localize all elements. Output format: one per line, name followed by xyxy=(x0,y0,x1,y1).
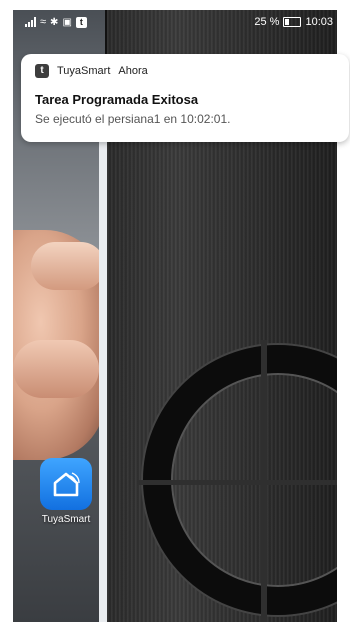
notification-header: t TuyaSmart Ahora xyxy=(35,64,148,78)
wallpaper-ring-gap xyxy=(138,480,337,485)
notification-body: Se ejecutó el persiana1 en 10:02:01. xyxy=(35,112,231,126)
status-bar-right: 25 % 10:03 xyxy=(254,16,333,28)
battery-percent: 25 % xyxy=(254,16,280,28)
notification-card[interactable]: t TuyaSmart Ahora Tarea Programada Exito… xyxy=(21,54,349,142)
status-bar-icons: ≈ ✱ ▣ t xyxy=(25,16,87,28)
tuya-app-icon: t xyxy=(35,64,49,78)
bluetooth-icon: ✱ xyxy=(50,16,59,28)
wifi-icon: ≈ xyxy=(40,16,47,28)
notification-title: Tarea Programada Exitosa xyxy=(35,92,199,107)
clock: 10:03 xyxy=(305,16,333,28)
wallpaper-thumb xyxy=(13,340,99,398)
tuya-smart-app-label: TuyaSmart xyxy=(41,514,91,525)
signal-icon xyxy=(25,17,36,27)
wallpaper-finger xyxy=(31,242,105,290)
notification-time: Ahora xyxy=(118,65,148,77)
notification-app-name: TuyaSmart xyxy=(57,65,111,77)
home-icon xyxy=(53,472,80,497)
cast-icon: ▣ xyxy=(62,16,72,28)
wallpaper-divider xyxy=(99,140,107,622)
tuya-smart-app-icon[interactable] xyxy=(40,458,92,510)
status-bar: ≈ ✱ ▣ t 25 % 10:03 xyxy=(13,10,337,36)
tuya-notification-icon: t xyxy=(75,16,87,28)
battery-icon xyxy=(283,17,302,27)
